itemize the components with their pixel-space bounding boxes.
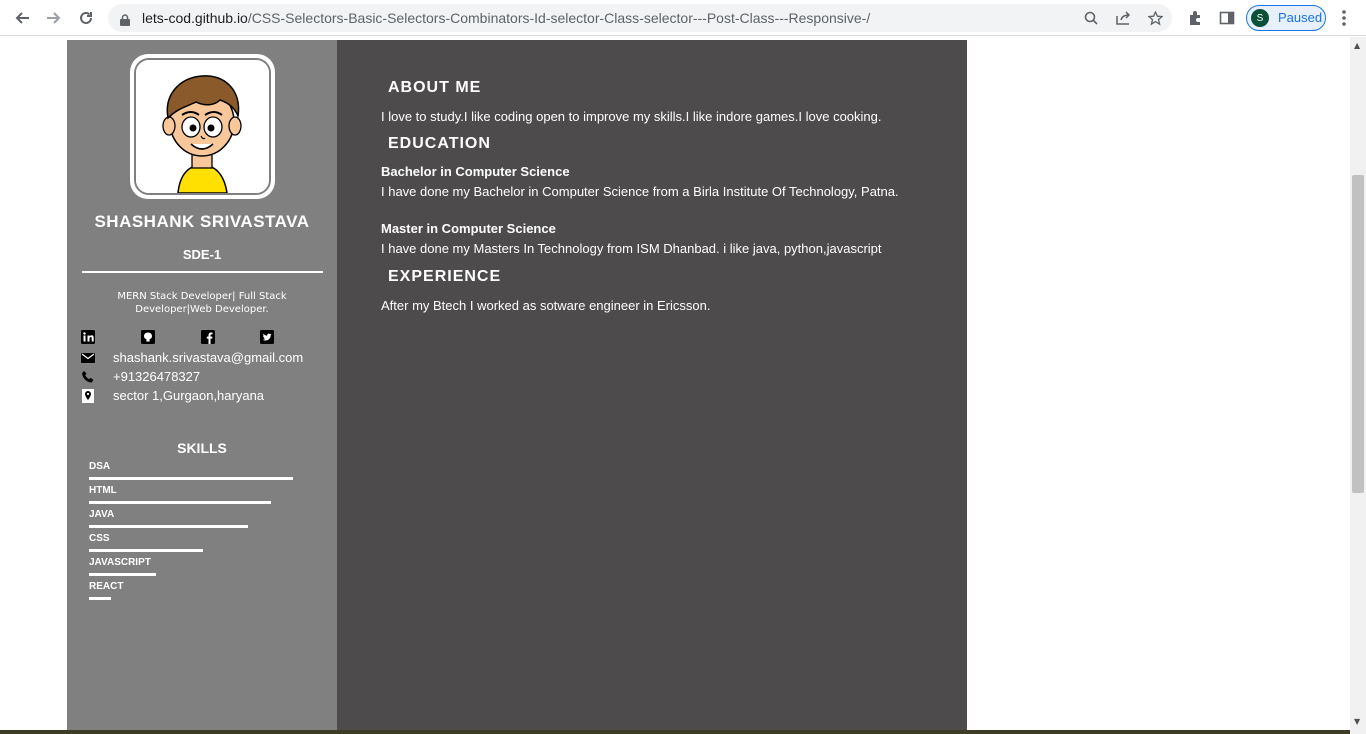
email-icon	[81, 350, 95, 364]
address-bar[interactable]: lets-cod.github.io/CSS-Selectors-Basic-S…	[108, 4, 1172, 32]
skill-bar	[89, 501, 293, 504]
contact-email: shashank.srivastava@gmail.com	[81, 348, 303, 366]
skill-bar-fill	[89, 597, 111, 600]
contact-address: sector 1,Gurgaon,haryana	[81, 386, 264, 404]
skill-bar	[89, 525, 293, 528]
email-text[interactable]: shashank.srivastava@gmail.com	[113, 350, 303, 365]
experience-text: After my Btech I worked as sotware engin…	[381, 298, 711, 313]
avatar: S	[1251, 9, 1269, 27]
education-title: EDUCATION	[388, 135, 491, 152]
github-icon[interactable]	[141, 329, 155, 344]
page-scrollbar[interactable]: ▲ ▼	[1350, 37, 1366, 734]
skill-label: JAVASCRIPT	[89, 557, 151, 568]
scroll-down-icon[interactable]: ▼	[1354, 717, 1360, 726]
edu1-text: I have done my Bachelor in Computer Scie…	[381, 184, 899, 199]
skill-bar	[89, 549, 293, 552]
linkedin-icon[interactable]	[81, 329, 95, 344]
skill-bar-fill	[89, 549, 203, 552]
star-icon[interactable]	[1145, 8, 1165, 28]
skill-bar	[89, 573, 293, 576]
skill-label: REACT	[89, 581, 124, 592]
bottom-edge	[0, 730, 1350, 734]
twitter-icon[interactable]	[260, 329, 274, 344]
person-name: SHASHANK SRIVASTAVA	[94, 212, 310, 231]
skill-bar-fill	[89, 525, 248, 528]
scroll-up-icon[interactable]: ▲	[1354, 41, 1360, 50]
back-arrow-icon[interactable]	[10, 6, 34, 30]
profile-photo	[130, 54, 275, 199]
reload-icon[interactable]	[74, 6, 98, 30]
job-role: SDE-1	[182, 247, 222, 262]
tagline: MERN Stack Developer| Full Stack Develop…	[117, 291, 287, 315]
phone-text: +91326478327	[113, 368, 201, 384]
forward-arrow-icon[interactable]	[42, 6, 66, 30]
lock-icon[interactable]	[120, 11, 130, 26]
profile-button[interactable]: S Paused	[1246, 5, 1326, 31]
url-host: lets-cod.github.io	[142, 10, 248, 26]
about-text: I love to study.I like coding open to im…	[381, 109, 882, 124]
about-title: ABOUT ME	[388, 79, 482, 96]
edu1-title: Bachelor in Computer Science	[381, 164, 570, 179]
edu2-text: I have done my Masters In Technology fro…	[381, 241, 882, 256]
browser-toolbar: lets-cod.github.io/CSS-Selectors-Basic-S…	[0, 0, 1366, 36]
skill-bar-fill	[89, 477, 293, 480]
address-text: sector 1,Gurgaon,haryana	[113, 387, 265, 403]
url-path: /CSS-Selectors-Basic-Selectors-Combinato…	[247, 10, 871, 26]
page-viewport: SHASHANK SRIVASTAVA SDE-1 MERN Stack Dev…	[0, 37, 1350, 734]
divider	[82, 271, 323, 273]
profile-status: Paused	[1278, 10, 1323, 25]
edu2-title: Master in Computer Science	[381, 221, 556, 236]
facebook-icon[interactable]	[201, 329, 215, 344]
skill-bar	[89, 477, 293, 480]
side-panel-icon[interactable]	[1216, 7, 1238, 29]
skills-title: SKILLS	[177, 440, 227, 456]
share-icon[interactable]	[1113, 8, 1133, 28]
location-icon	[81, 388, 95, 403]
skill-bar	[89, 597, 293, 600]
skill-bar-fill	[89, 573, 156, 576]
experience-title: EXPERIENCE	[388, 268, 502, 285]
cartoon-boy-image	[136, 60, 269, 193]
phone-icon	[81, 369, 95, 383]
url-text[interactable]: lets-cod.github.io/CSS-Selectors-Basic-S…	[142, 10, 870, 26]
skill-label: HTML	[89, 485, 117, 496]
resume-sidebar: SHASHANK SRIVASTAVA SDE-1 MERN Stack Dev…	[67, 40, 337, 734]
zoom-icon[interactable]	[1081, 8, 1101, 28]
menu-icon[interactable]	[1336, 6, 1352, 30]
resume-main: ABOUT ME I love to study.I like coding o…	[337, 40, 967, 734]
scrollbar-thumb[interactable]	[1352, 175, 1364, 493]
skill-label: DSA	[89, 461, 111, 472]
skill-bar-fill	[89, 501, 271, 504]
extensions-icon[interactable]	[1184, 7, 1206, 29]
skill-label: JAVA	[89, 509, 115, 520]
contact-phone: +91326478327	[81, 367, 200, 385]
skill-label: CSS	[89, 533, 110, 544]
